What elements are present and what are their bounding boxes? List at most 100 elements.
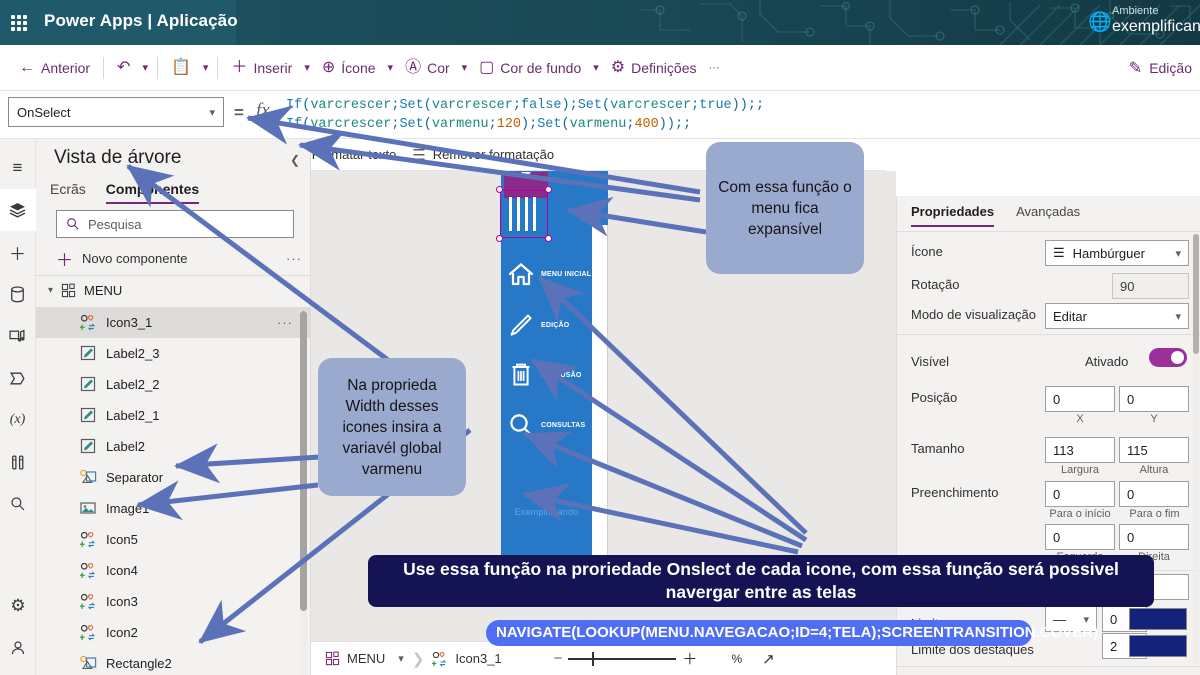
- resize-handle-nw[interactable]: [496, 186, 503, 193]
- resize-handle-sw[interactable]: [496, 235, 503, 242]
- icon-caret[interactable]: ▾: [385, 56, 397, 79]
- chevron-left-icon[interactable]: ❮: [290, 153, 300, 167]
- menu-item-menu-inicial[interactable]: MENU INICIAL: [501, 249, 592, 299]
- border-color-swatch[interactable]: [1129, 608, 1187, 630]
- remove-format-button[interactable]: ☰ Remover formatação: [412, 146, 554, 164]
- status-bar: MENU ▾ ❯ Icon3_1 − ＋ % ↗: [311, 641, 896, 675]
- undo-button[interactable]: ↶: [110, 55, 137, 81]
- tree-group-label: MENU: [84, 282, 123, 298]
- new-component-overflow[interactable]: ···: [286, 251, 312, 266]
- insert-plus-icon[interactable]: ＋: [0, 231, 36, 273]
- resize-handle-se[interactable]: [545, 235, 552, 242]
- settings-gear-icon[interactable]: ⚙: [0, 585, 36, 627]
- properties-scrollbar-thumb[interactable]: [1193, 234, 1199, 354]
- account-icon[interactable]: [0, 627, 36, 669]
- property-select[interactable]: OnSelect ▾: [8, 97, 224, 127]
- magnifier-glyph: [10, 497, 24, 511]
- insert-label: Inserir: [253, 59, 293, 76]
- power-automate-icon[interactable]: [0, 357, 36, 399]
- tab-ecras[interactable]: Ecrãs: [50, 181, 86, 204]
- menu-item-consultas[interactable]: CONSULTAS: [501, 400, 592, 450]
- settings-button[interactable]: ⚙ Definições: [604, 55, 704, 81]
- menu-item-exclusao[interactable]: EXCLUSÃO: [501, 350, 592, 400]
- tab-propriedades[interactable]: Propriedades: [911, 204, 995, 227]
- color-button[interactable]: Ⓐ Cor: [398, 55, 457, 81]
- zoom-out-button[interactable]: −: [554, 650, 563, 667]
- waffle-grid-icon[interactable]: [8, 12, 30, 34]
- chevron-down-icon: ▾: [1175, 247, 1181, 260]
- search-input[interactable]: Pesquisa: [56, 210, 294, 238]
- icon-button[interactable]: ⊕ Ícone: [315, 55, 383, 81]
- hamburger-menu-icon[interactable]: ≡: [0, 147, 36, 189]
- new-component-button[interactable]: ＋ Novo componente ···: [56, 245, 312, 271]
- paste-caret[interactable]: ▾: [200, 56, 212, 79]
- focus-border-color-swatch[interactable]: [1129, 635, 1187, 657]
- icon-select[interactable]: ☰ Hambúrguer ▾: [1045, 240, 1189, 266]
- padding-bottom-input[interactable]: 0: [1119, 481, 1189, 507]
- position-x-input[interactable]: 0: [1045, 386, 1115, 412]
- formula-input[interactable]: If(varcrescer;Set(varcrescer;false);Set(…: [286, 96, 1186, 136]
- app-checker-icon[interactable]: [0, 441, 36, 483]
- format-text-button[interactable]: ≡ Formatar texto: [296, 146, 396, 163]
- breadcrumb-item[interactable]: Icon3_1: [432, 651, 502, 667]
- visible-toggle[interactable]: [1149, 348, 1187, 367]
- tree-item-label2-1[interactable]: Label2_1: [36, 400, 311, 431]
- insert-caret[interactable]: ▾: [301, 56, 313, 79]
- arrow-left-icon: ←: [19, 58, 35, 76]
- tree-item-icon3[interactable]: Icon3: [36, 586, 311, 617]
- rotation-input[interactable]: 90: [1112, 273, 1189, 299]
- divider: [217, 56, 219, 79]
- undo-caret[interactable]: ▾: [139, 56, 151, 79]
- tree-item-label: Icon3_1: [106, 315, 153, 330]
- tree-scrollbar-thumb[interactable]: [300, 311, 307, 611]
- menu-component[interactable]: MENU INICIAL EDIÇÃO EXCLUSÃO CONSULTAS E…: [501, 187, 592, 591]
- resize-handle-ne[interactable]: [545, 186, 552, 193]
- padding-right-input[interactable]: 0: [1119, 524, 1189, 550]
- tree-item-label2-3[interactable]: Label2_3: [36, 338, 311, 369]
- view-mode-select[interactable]: Editar ▾: [1045, 303, 1189, 329]
- menu-item-edicao[interactable]: EDIÇÃO: [501, 300, 592, 350]
- media-icon[interactable]: [0, 315, 36, 357]
- position-y-input[interactable]: 0: [1119, 386, 1189, 412]
- tree-item-icon3-1[interactable]: Icon3_1 ···: [36, 307, 311, 338]
- tree-item-image1[interactable]: Image1: [36, 493, 311, 524]
- tab-componentes[interactable]: Componentes: [105, 181, 200, 204]
- tree-item-separator[interactable]: Separator: [36, 462, 311, 493]
- breadcrumb-root[interactable]: MENU ▾: [311, 651, 404, 666]
- paste-button[interactable]: 📋: [164, 55, 198, 81]
- search-icon[interactable]: [0, 483, 36, 525]
- menu-item-label: CONSULTAS: [541, 421, 586, 429]
- padding-top-input[interactable]: 0: [1045, 481, 1115, 507]
- tree-item-icon2[interactable]: Icon2: [36, 617, 311, 648]
- insert-button[interactable]: ＋ Inserir: [224, 55, 299, 81]
- color-caret[interactable]: ▾: [459, 56, 471, 79]
- size-height-input[interactable]: 115: [1119, 437, 1189, 463]
- background-color-caret[interactable]: ▾: [590, 56, 602, 79]
- fit-screen-icon[interactable]: ↗: [762, 650, 775, 668]
- selected-hamburger-icon[interactable]: [496, 186, 552, 242]
- zoom-in-button[interactable]: ＋: [682, 648, 697, 669]
- undo-icon: ↶: [117, 58, 131, 76]
- zoom-slider-thumb[interactable]: [592, 651, 595, 666]
- edit-mode-indicator[interactable]: ✎ Edição: [1121, 45, 1200, 91]
- tree-item-rectangle2[interactable]: Rectangle2: [36, 648, 311, 675]
- flow-glyph: [9, 372, 25, 384]
- tree-item-icon5[interactable]: Icon5: [36, 524, 311, 555]
- tree-item-icon4[interactable]: Icon4: [36, 555, 311, 586]
- chevron-down-icon[interactable]: ▾: [398, 652, 404, 665]
- size-width-input[interactable]: 113: [1045, 437, 1115, 463]
- padding-left-input[interactable]: 0: [1045, 524, 1115, 550]
- zoom-slider-track[interactable]: [568, 651, 677, 666]
- variables-icon[interactable]: (x): [0, 399, 36, 441]
- data-cylinder-icon[interactable]: [0, 273, 36, 315]
- command-overflow-button[interactable]: ···: [706, 57, 723, 79]
- background-color-button[interactable]: ▢ Cor de fundo: [472, 55, 588, 81]
- tree-view-layers-icon[interactable]: [0, 189, 36, 231]
- tab-avancadas[interactable]: Avançadas: [1016, 204, 1080, 227]
- tree-item-label2[interactable]: Label2: [36, 431, 311, 462]
- tree-item-label2-2[interactable]: Label2_2: [36, 369, 311, 400]
- divider: [103, 56, 105, 79]
- back-button[interactable]: ← Anterior: [12, 55, 97, 81]
- tree-group-menu[interactable]: ▾ MENU: [48, 277, 298, 303]
- zoom-control[interactable]: − ＋ % ↗: [554, 648, 775, 669]
